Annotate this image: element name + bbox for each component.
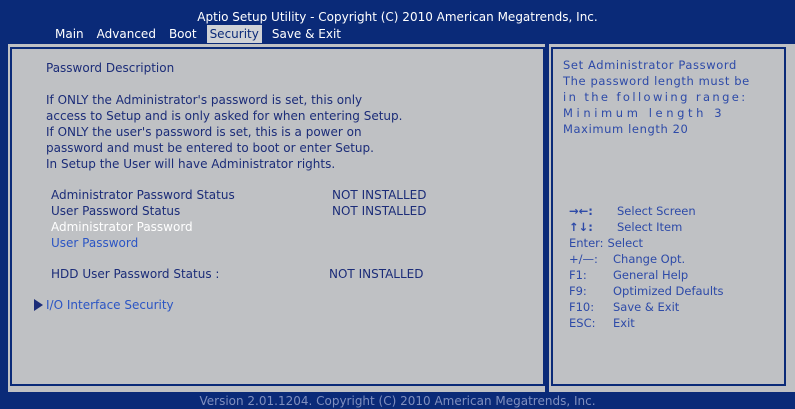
app-title: Aptio Setup Utility - Copyright (C) 2010… (197, 10, 598, 24)
help-line: The password length must be (563, 74, 750, 88)
key-row: F1: General Help (569, 267, 724, 283)
key-legend: →←: Select Screen ↑↓: Select Item Enter:… (569, 203, 724, 331)
key-name: ESC: (569, 316, 596, 330)
key-action: Exit (613, 316, 635, 330)
key-row: F9: Optimized Defaults (569, 283, 724, 299)
key-row: ESC: Exit (569, 315, 724, 331)
help-line: Set Administrator Password (563, 58, 737, 72)
description-line: password and must be entered to boot or … (46, 141, 374, 155)
left-right-arrows-icon: →←: (569, 204, 593, 218)
help-line: in the following range: (563, 90, 748, 104)
tab-bar: Main Advanced Boot Security Save & Exit (52, 25, 351, 43)
key-name: F9: (569, 284, 587, 298)
key-name: +/—: (569, 252, 598, 266)
title-bar: Aptio Setup Utility - Copyright (C) 2010… (0, 0, 795, 44)
tab-security[interactable]: Security (206, 25, 262, 43)
user-password-item[interactable]: User Password (51, 236, 138, 250)
key-row: +/—: Change Opt. (569, 251, 724, 267)
hdd-password-status-value: NOT INSTALLED (329, 267, 424, 281)
help-text: Set Administrator Password The password … (563, 57, 775, 137)
tab-advanced[interactable]: Advanced (94, 25, 159, 43)
user-password-status-label: User Password Status (51, 204, 181, 218)
key-action: Optimized Defaults (613, 284, 724, 298)
key-name: Enter: (569, 236, 604, 250)
submenu-arrow-icon (34, 299, 43, 311)
tab-main[interactable]: Main (52, 25, 87, 43)
bios-screen: Aptio Setup Utility - Copyright (C) 2010… (0, 0, 795, 409)
section-title: Password Description (46, 61, 175, 75)
description-line: access to Setup and is only asked for wh… (46, 109, 403, 123)
footer-bar: Version 2.01.1204. Copyright (C) 2010 Am… (0, 392, 795, 409)
panel-divider (545, 44, 549, 392)
key-name: F1: (569, 268, 587, 282)
key-action: Change Opt. (613, 252, 686, 266)
key-name: F10: (569, 300, 595, 314)
key-action: Save & Exit (613, 300, 680, 314)
io-interface-security-item[interactable]: I/O Interface Security (46, 298, 174, 312)
user-password-status-value: NOT INSTALLED (332, 204, 427, 218)
admin-password-status-value: NOT INSTALLED (332, 188, 427, 202)
help-line: Minimum length 3 (563, 106, 726, 120)
key-action: General Help (613, 268, 689, 282)
hdd-password-status-label: HDD User Password Status : (51, 267, 220, 281)
key-row: →←: Select Screen (569, 203, 724, 219)
administrator-password-item[interactable]: Administrator Password (51, 220, 193, 234)
description-line: If ONLY the user's password is set, this… (46, 125, 362, 139)
admin-password-status-label: Administrator Password Status (51, 188, 235, 202)
password-description: If ONLY the Administrator's password is … (46, 92, 402, 172)
key-row: Enter: Select (569, 235, 724, 251)
key-action: Select Screen (617, 204, 696, 218)
description-line: If ONLY the Administrator's password is … (46, 93, 363, 107)
help-line: Maximum length 20 (563, 122, 689, 136)
tab-save-exit[interactable]: Save & Exit (269, 25, 344, 43)
tab-boot[interactable]: Boot (166, 25, 200, 43)
description-line: In Setup the User will have Administrato… (46, 157, 336, 171)
key-row: ↑↓: Select Item (569, 219, 724, 235)
key-row: F10: Save & Exit (569, 299, 724, 315)
key-action: Select (607, 236, 644, 250)
key-action: Select Item (617, 220, 683, 234)
up-down-arrows-icon: ↑↓: (569, 220, 593, 234)
version-footer: Version 2.01.1204. Copyright (C) 2010 Am… (199, 394, 596, 408)
